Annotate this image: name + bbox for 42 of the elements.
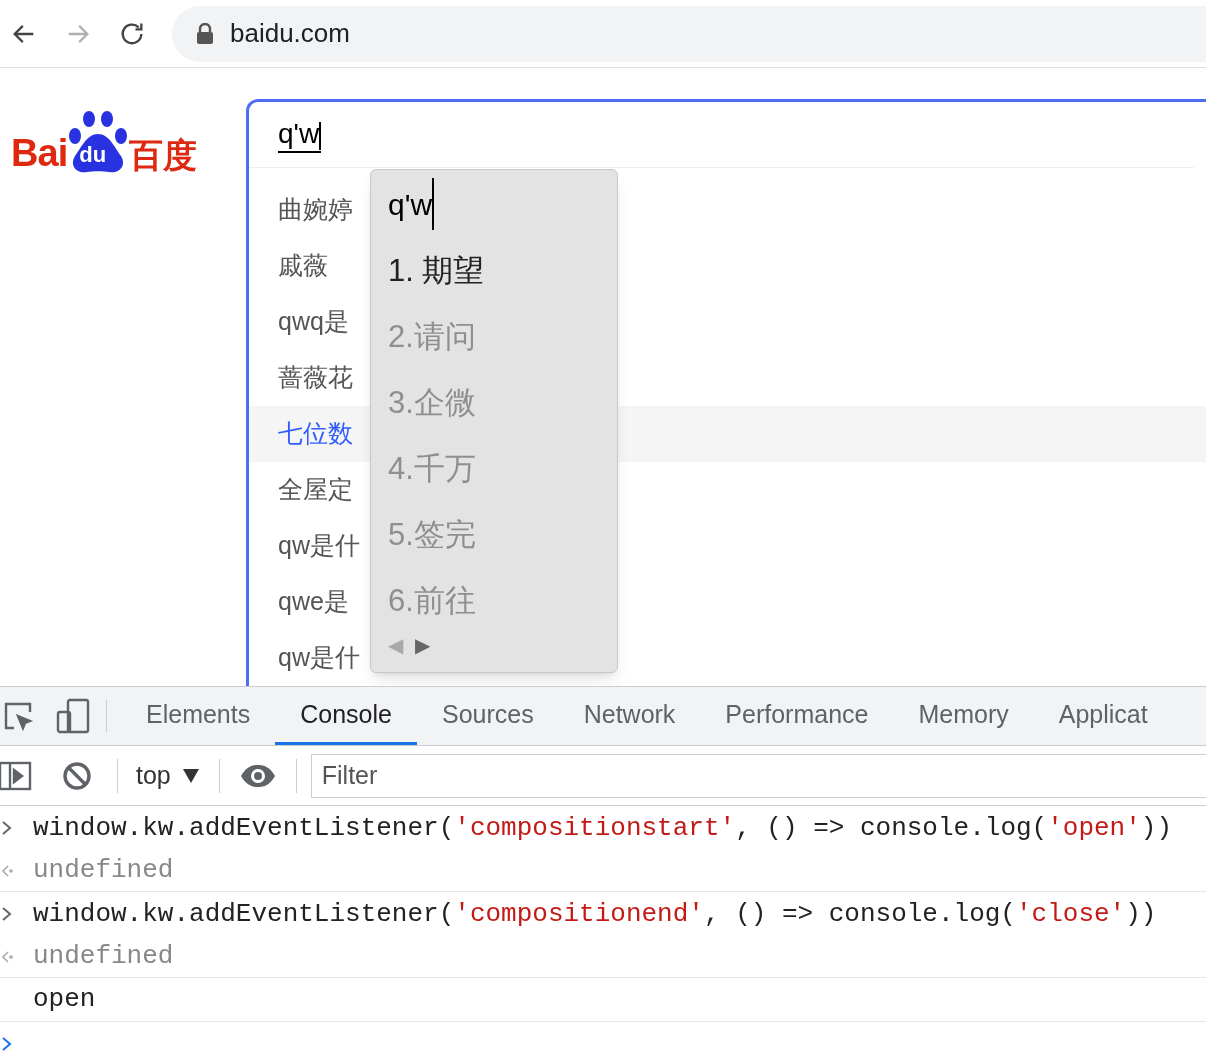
suggestion-item[interactable]: 蔷薇花 — [278, 359, 353, 397]
input-chevron-icon — [1, 820, 13, 836]
console-command: window.kw.addEventListener('compositionstart', () => console.log('open')) — [33, 811, 1173, 845]
suggestion-item[interactable]: 戚薇 — [278, 247, 328, 285]
console-command: window.kw.addEventListener('compositionend', () => console.log('close')) — [33, 897, 1157, 931]
devtools-tab[interactable]: Console — [275, 687, 417, 745]
filter-field[interactable]: Filter — [310, 753, 1206, 798]
devtools-tab[interactable]: Performance — [700, 687, 894, 745]
suggestion-item[interactable]: qwe是 — [278, 583, 349, 621]
result-arrow-icon — [1, 863, 13, 878]
suggestion-item[interactable]: qwq是 — [278, 303, 349, 341]
clear-console-icon[interactable] — [62, 760, 92, 791]
candidate-item[interactable]: 1. 期望 — [388, 238, 617, 304]
dropdown-caret-icon — [182, 768, 199, 783]
console-output: undefined — [33, 940, 174, 973]
sidebar-toggle-icon[interactable] — [0, 760, 32, 791]
console-output: open — [33, 983, 96, 1016]
device-toolbar-icon[interactable] — [56, 698, 90, 734]
baidu-logo: Bai du 百度 — [0, 68, 246, 172]
input-chevron-icon — [1, 906, 13, 922]
inspect-element-icon[interactable] — [2, 700, 34, 732]
devtools-tab[interactable]: Sources — [416, 687, 559, 745]
console-output: undefined — [33, 854, 174, 887]
result-arrow-icon — [1, 949, 13, 964]
devtools-tab[interactable]: Elements — [121, 687, 276, 745]
suggestion-item[interactable]: 七位数 — [278, 415, 353, 453]
devtools-tab[interactable]: Network — [558, 687, 701, 745]
paw-icon — [67, 110, 130, 174]
address-bar[interactable]: baidu.com — [172, 5, 1206, 62]
suggestion-item[interactable]: qw是什 — [278, 639, 360, 677]
url-text: baidu.com — [230, 17, 350, 50]
suggestion-item[interactable]: qw是什 — [278, 527, 360, 565]
search-input[interactable]: q'w — [278, 116, 322, 153]
devtools-tab[interactable]: Memory — [893, 687, 1034, 745]
suggestion-item[interactable]: 曲婉婷 — [278, 191, 353, 229]
devtools-tab[interactable]: Applicat — [1033, 687, 1173, 745]
lock-icon — [196, 22, 214, 45]
prompt-chevron-icon — [1, 1035, 13, 1052]
composition-text: q'w — [388, 186, 433, 223]
eye-icon[interactable] — [239, 763, 276, 788]
context-selector[interactable]: top — [136, 756, 199, 795]
suggestion-item[interactable]: 全屋定 — [278, 471, 353, 509]
